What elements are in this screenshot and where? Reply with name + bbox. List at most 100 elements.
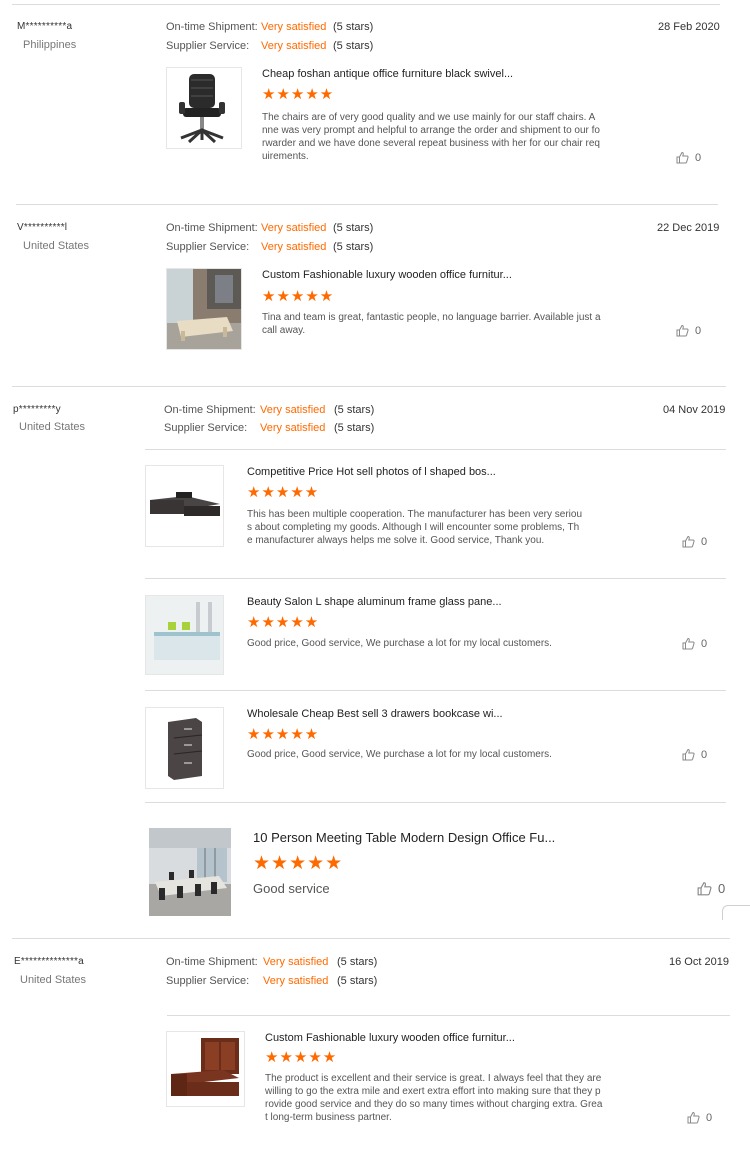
review-text: The product is excellent and their servi… [265, 1073, 603, 1123]
service-stars: (5 stars) [333, 241, 374, 253]
thumbs-up-icon [682, 748, 695, 761]
executive-desk-image [167, 1032, 244, 1106]
review-text: The chairs are of very good quality and … [262, 112, 600, 162]
service-stars: (5 stars) [334, 422, 375, 434]
shipment-rating: Very satisfied [261, 222, 327, 234]
buyer-name: V**********l [17, 222, 68, 233]
drawer-cabinet-image [146, 708, 223, 788]
star-rating: ★★★★★ [253, 853, 344, 874]
buyer-name: M**********a [17, 21, 73, 32]
review-text: This has been multiple cooperation. The … [247, 509, 583, 546]
divider [145, 802, 726, 803]
product-title[interactable]: Custom Fashionable luxury wooden office … [265, 1032, 515, 1044]
like-count: 0 [706, 1111, 713, 1124]
buyer-name: E**************a [14, 956, 84, 967]
shipment-stars: (5 stars) [333, 222, 374, 234]
shipment-rating: Very satisfied [261, 21, 327, 33]
thumbs-up-icon [676, 151, 689, 164]
shipment-label: On-time Shipment: [166, 21, 258, 33]
product-title[interactable]: Cheap foshan antique office furniture bl… [262, 68, 513, 80]
office-room-image [167, 269, 241, 349]
thumbs-up-icon [676, 324, 689, 337]
like-button[interactable]: 0 [682, 637, 707, 650]
product-title[interactable]: Beauty Salon L shape aluminum frame glas… [247, 596, 502, 608]
review-date: 04 Nov 2019 [663, 404, 726, 416]
buyer-country: United States [20, 974, 87, 986]
like-button[interactable]: 0 [682, 748, 707, 761]
side-widget-edge[interactable] [722, 905, 750, 920]
review-text: Good price, Good service, We purchase a … [247, 638, 552, 649]
service-rating: Very satisfied [261, 40, 327, 52]
thumbs-up-icon [687, 1111, 700, 1124]
divider [145, 690, 726, 691]
shipment-label: On-time Shipment: [166, 222, 258, 234]
product-thumbnail[interactable] [145, 595, 224, 675]
office-desk-image [146, 466, 223, 546]
service-label: Supplier Service: [164, 422, 248, 434]
shipment-stars: (5 stars) [334, 404, 375, 416]
thumbs-up-icon [682, 637, 695, 650]
product-thumbnail[interactable] [166, 268, 242, 350]
like-button[interactable]: 0 [682, 535, 707, 548]
divider [12, 4, 720, 5]
product-thumbnail[interactable] [166, 1031, 245, 1107]
like-count: 0 [695, 151, 702, 164]
shipment-rating: Very satisfied [260, 404, 326, 416]
product-title[interactable]: Custom Fashionable luxury wooden office … [262, 269, 512, 281]
review-date: 22 Dec 2019 [657, 222, 720, 234]
office-chair-image [179, 74, 225, 144]
review-date: 16 Oct 2019 [669, 956, 729, 968]
product-thumbnail[interactable] [166, 67, 242, 149]
product-title[interactable]: Wholesale Cheap Best sell 3 drawers book… [247, 708, 503, 720]
shipment-rating: Very satisfied [263, 956, 329, 968]
buyer-name: p*********y [13, 404, 61, 415]
service-label: Supplier Service: [166, 40, 250, 52]
like-count: 0 [695, 324, 702, 337]
divider [167, 1015, 730, 1016]
divider [145, 449, 726, 450]
meeting-table-image [149, 828, 231, 916]
review-text: Tina and team is great, fantastic people… [262, 312, 601, 336]
like-button[interactable]: 0 [676, 151, 701, 164]
shipment-label: On-time Shipment: [164, 404, 256, 416]
like-count: 0 [701, 535, 708, 548]
service-stars: (5 stars) [333, 40, 374, 52]
salon-counter-image [146, 596, 223, 674]
star-rating: ★★★★★ [247, 484, 320, 501]
product-thumbnail[interactable] [145, 465, 224, 547]
like-button[interactable]: 0 [676, 324, 701, 337]
service-label: Supplier Service: [166, 241, 250, 253]
like-count: 0 [701, 637, 708, 650]
service-rating: Very satisfied [261, 241, 327, 253]
service-stars: (5 stars) [337, 975, 378, 987]
review-text: Good service [253, 881, 330, 896]
buyer-country: United States [23, 240, 90, 252]
shipment-stars: (5 stars) [337, 956, 378, 968]
thumbs-up-icon [682, 535, 695, 548]
star-rating: ★★★★★ [262, 288, 335, 305]
shipment-stars: (5 stars) [333, 21, 374, 33]
product-title[interactable]: Competitive Price Hot sell photos of l s… [247, 466, 496, 478]
like-count: 0 [701, 748, 708, 761]
buyer-country: Philippines [23, 39, 77, 51]
like-count: 0 [718, 881, 726, 896]
review-date: 28 Feb 2020 [658, 21, 720, 33]
service-rating: Very satisfied [260, 422, 326, 434]
review-text: Good price, Good service, We purchase a … [247, 749, 552, 760]
star-rating: ★★★★★ [265, 1049, 338, 1066]
product-title[interactable]: 10 Person Meeting Table Modern Design Of… [253, 830, 555, 845]
buyer-country: United States [19, 421, 86, 433]
star-rating: ★★★★★ [247, 614, 320, 631]
thumbs-up-icon [697, 882, 712, 896]
divider [12, 386, 726, 387]
like-button[interactable]: 0 [687, 1111, 712, 1124]
product-thumbnail[interactable] [149, 828, 231, 916]
like-button[interactable]: 0 [697, 881, 725, 896]
product-thumbnail[interactable] [145, 707, 224, 789]
service-label: Supplier Service: [166, 975, 250, 987]
star-rating: ★★★★★ [247, 726, 320, 743]
divider [16, 204, 718, 205]
divider [12, 938, 730, 939]
shipment-label: On-time Shipment: [166, 956, 258, 968]
divider [145, 578, 726, 579]
